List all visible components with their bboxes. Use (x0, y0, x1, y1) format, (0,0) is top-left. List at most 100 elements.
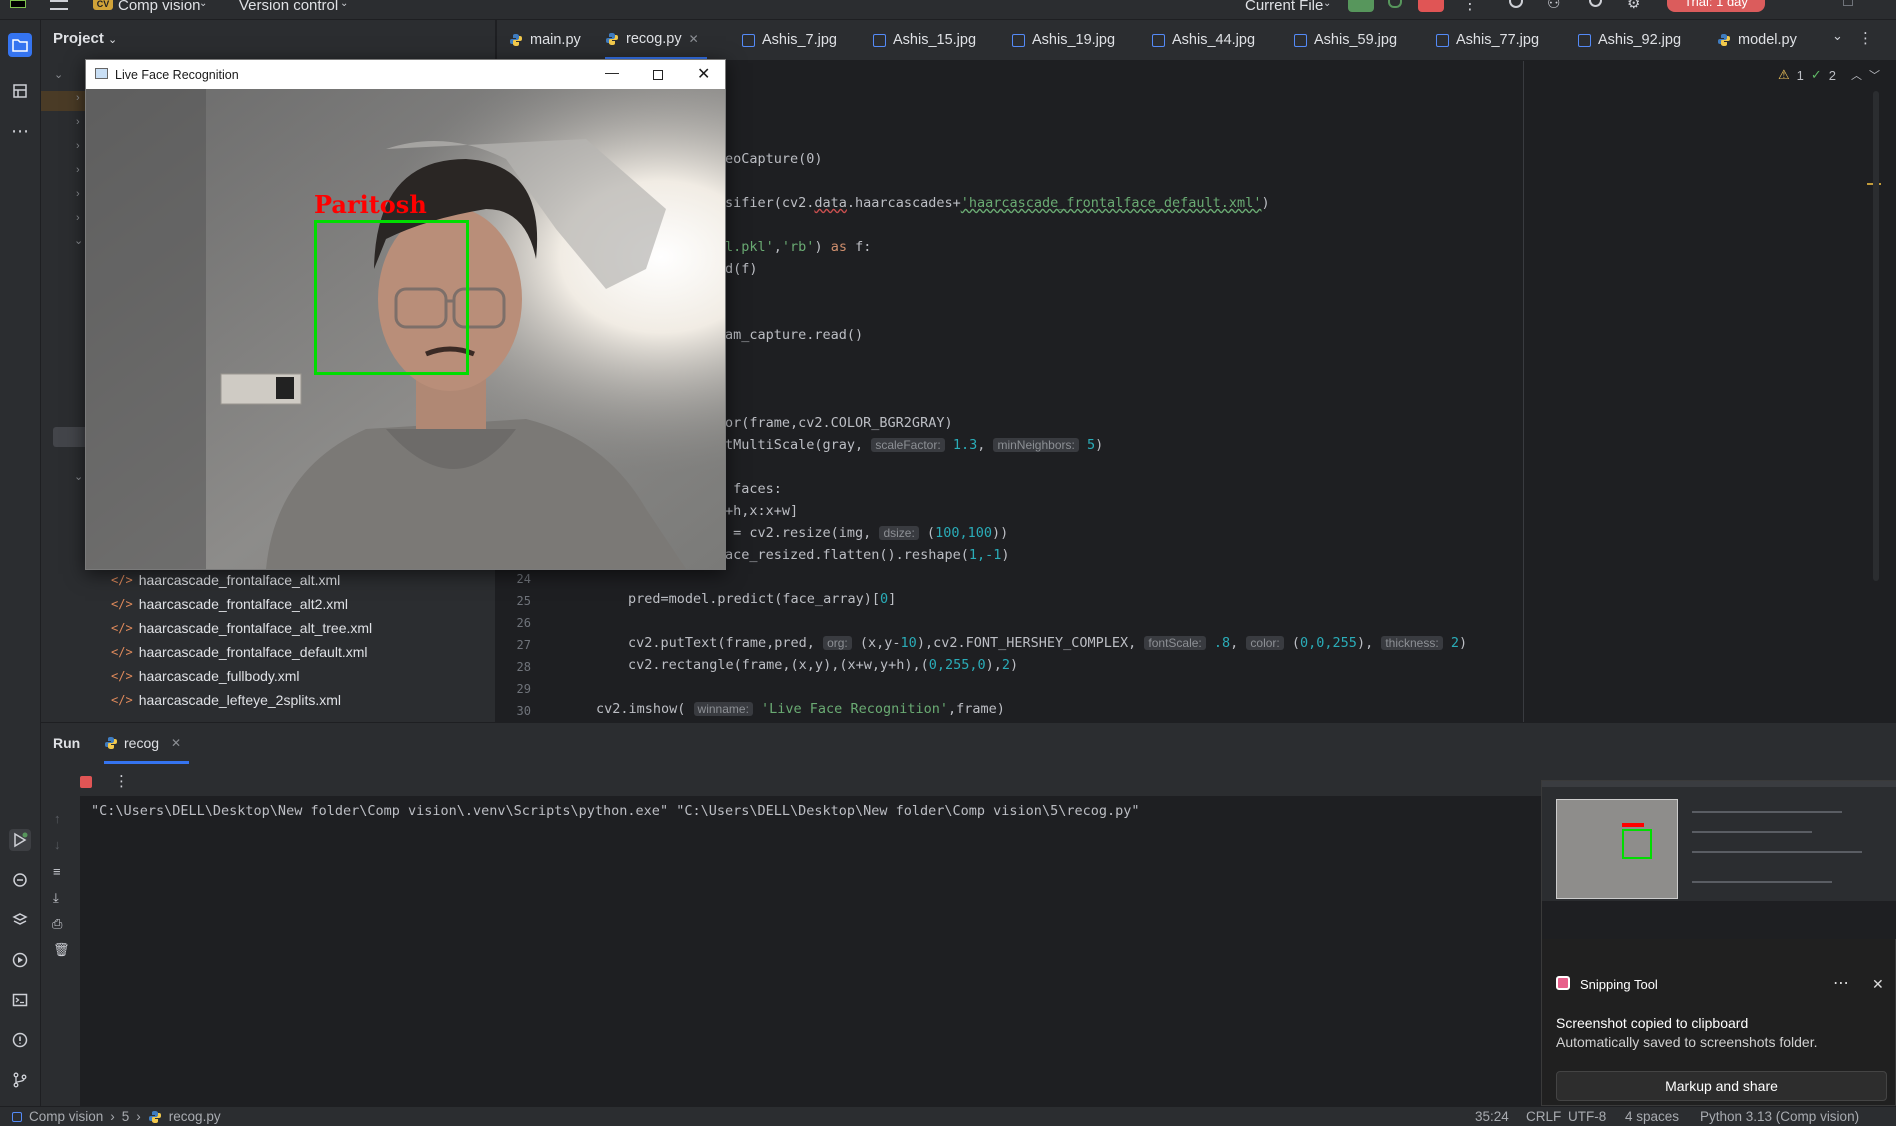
project-avatar: CV (93, 0, 113, 10)
markup-and-share-button[interactable]: Markup and share (1556, 1071, 1887, 1101)
code-line: tMultiScale(gray, scaleFactor: 1.3, minN… (725, 437, 1104, 453)
arrow-down-icon[interactable]: ↓ (54, 837, 61, 852)
xml-file-icon: </> (111, 693, 133, 707)
chevron-down-icon[interactable]: ﹀ (1869, 67, 1880, 83)
close-icon[interactable]: ✕ (1872, 976, 1884, 993)
left-tool-window-bar: ⋯ (0, 20, 41, 1108)
code-line: sifier(cv2.data.haarcascades+'haarcascad… (725, 195, 1270, 211)
vcs-widget[interactable]: Version control (239, 0, 338, 14)
code-line: faces: (725, 481, 782, 497)
tree-item-file[interactable]: </> haarcascade_frontalface_default.xml (111, 644, 368, 660)
tab-image-file[interactable]: Ashis_7.jpg (742, 20, 837, 60)
parameter-hint: minNeighbors: (993, 438, 1079, 452)
indent-setting[interactable]: 4 spaces (1625, 1109, 1679, 1124)
python-interpreter[interactable]: Python 3.13 (Comp vision) (1700, 1109, 1859, 1124)
close-icon[interactable]: ✕ (689, 32, 699, 46)
chevron-down-icon[interactable]: ⌄ (54, 68, 63, 81)
tab-main-py[interactable]: main.py (509, 20, 581, 60)
caret-position[interactable]: 35:24 (1475, 1109, 1509, 1124)
chevron-right-icon[interactable]: › (76, 212, 80, 224)
close-icon[interactable]: ✕ (171, 736, 181, 750)
chevron-down-icon[interactable]: ⌄ (74, 234, 83, 247)
tree-item-file[interactable]: </> haarcascade_lefteye_2splits.xml (111, 692, 341, 708)
tab-recog-py[interactable]: recog.py ✕ (605, 20, 707, 60)
chevron-up-icon[interactable]: ︿ (1851, 67, 1862, 83)
screenshot-thumbnail[interactable] (1542, 781, 1896, 939)
file-encoding[interactable]: UTF-8 (1568, 1109, 1606, 1124)
tree-item-file[interactable]: </> haarcascade_fullbody.xml (111, 668, 300, 684)
stop-button[interactable] (1418, 0, 1444, 12)
snipping-tool-notification[interactable]: Snipping Tool ⋯ ✕ Screenshot copied to c… (1541, 780, 1896, 1106)
arrow-up-icon[interactable]: ↑ (54, 811, 61, 826)
search-icon[interactable] (1589, 0, 1602, 7)
window-titlebar[interactable]: Live Face Recognition — ✕ (86, 60, 725, 89)
chevron-right-icon[interactable]: › (76, 188, 80, 200)
more-options-icon[interactable]: ⋮ (114, 772, 129, 790)
breadcrumb-item[interactable]: 5 (122, 1109, 130, 1124)
live-face-recognition-window[interactable]: Live Face Recognition — ✕ Paritosh (85, 59, 726, 570)
project-switcher[interactable]: Comp vision (118, 0, 201, 14)
parameter-hint: color: (1246, 636, 1284, 650)
file-name: haarcascade_lefteye_2splits.xml (138, 692, 342, 708)
layers-icon[interactable] (9, 909, 31, 931)
scroll-to-end-icon[interactable]: ⤓ (53, 890, 59, 906)
chevron-right-icon[interactable]: › (76, 140, 80, 152)
run-button[interactable] (1348, 0, 1374, 12)
line-separator[interactable]: CRLF (1526, 1109, 1561, 1124)
chevron-right-icon[interactable]: › (76, 116, 80, 128)
problems-icon[interactable] (9, 1029, 31, 1051)
tab-image-file[interactable]: Ashis_77.jpg (1436, 20, 1539, 60)
add-user-icon[interactable]: ⚇ (1547, 0, 1560, 12)
trash-icon[interactable]: 🗑 (53, 942, 70, 958)
editor-right-margin (1523, 61, 1524, 722)
more-options-icon[interactable]: ⋯ (1833, 973, 1849, 993)
run-configuration-selector[interactable]: Current File (1245, 0, 1323, 14)
tab-more-icon[interactable]: ⋮ (1858, 29, 1873, 47)
print-icon[interactable]: ⎙ (52, 916, 62, 932)
run-tool-icon[interactable] (9, 829, 31, 851)
editor-scrollbar[interactable] (1873, 91, 1879, 581)
python-packages-icon[interactable] (9, 869, 31, 891)
tab-image-file[interactable]: Ashis_44.jpg (1152, 20, 1255, 60)
git-branch-icon[interactable] (9, 1069, 31, 1091)
chevron-right-icon[interactable]: › (76, 92, 80, 104)
chevron-down-icon[interactable]: ⌄ (74, 470, 83, 483)
minimize-icon[interactable]: — (605, 64, 619, 80)
xml-file-icon: </> (111, 645, 133, 659)
chevron-right-icon[interactable]: › (76, 164, 80, 176)
inspection-widget[interactable]: ⚠ 1 ✓ 2 ︿ ﹀ (1778, 67, 1880, 83)
app-logo[interactable] (10, 0, 26, 8)
window-restore-icon[interactable] (1843, 0, 1853, 6)
tree-item-file[interactable]: </> haarcascade_frontalface_alt_tree.xml (111, 620, 372, 636)
tab-image-file[interactable]: Ashis_15.jpg (873, 20, 976, 60)
close-icon[interactable]: ✕ (697, 64, 710, 84)
services-icon[interactable] (9, 949, 31, 971)
soft-wrap-icon[interactable]: ≡ (53, 864, 61, 879)
breadcrumb-item[interactable]: recog.py (169, 1109, 221, 1124)
settings-icon[interactable]: ⚙ (1627, 0, 1640, 12)
code-with-me-icon[interactable] (1509, 0, 1523, 8)
code-line: pred=model.predict(face_array)[0] (628, 591, 897, 607)
debug-icon[interactable] (1388, 0, 1402, 8)
tab-image-file[interactable]: Ashis_19.jpg (1012, 20, 1115, 60)
tree-item-file[interactable]: </> haarcascade_frontalface_alt.xml (111, 572, 340, 588)
tab-image-file[interactable]: Ashis_92.jpg (1578, 20, 1681, 60)
tab-model-py[interactable]: model.py (1717, 20, 1797, 60)
main-menu-icon[interactable] (50, 0, 68, 10)
tab-label: Ashis_44.jpg (1172, 32, 1256, 48)
stop-icon[interactable] (80, 776, 92, 788)
project-folder-icon[interactable] (8, 33, 32, 57)
structure-icon[interactable] (9, 80, 31, 102)
more-actions-icon[interactable]: ⋮ (1462, 0, 1478, 14)
tab-list-chevron-icon[interactable]: ⌄ (1832, 28, 1843, 44)
breadcrumb-item[interactable]: Comp vision (29, 1109, 103, 1124)
more-tool-windows-icon[interactable]: ⋯ (9, 120, 31, 142)
tab-recog-run[interactable]: recog ✕ (104, 725, 190, 764)
maximize-icon[interactable] (653, 70, 663, 80)
project-panel-title[interactable]: Project ⌄ (53, 30, 117, 47)
tab-image-file[interactable]: Ashis_59.jpg (1294, 20, 1397, 60)
tree-item-file[interactable]: </> haarcascade_frontalface_alt2.xml (111, 596, 348, 612)
run-side-toolbar: ↑ ↓ ≡ ⤓ ⎙ 🗑 (41, 763, 80, 1106)
trial-badge[interactable]: Trial: 1 day (1667, 0, 1765, 12)
terminal-icon[interactable] (9, 989, 31, 1011)
